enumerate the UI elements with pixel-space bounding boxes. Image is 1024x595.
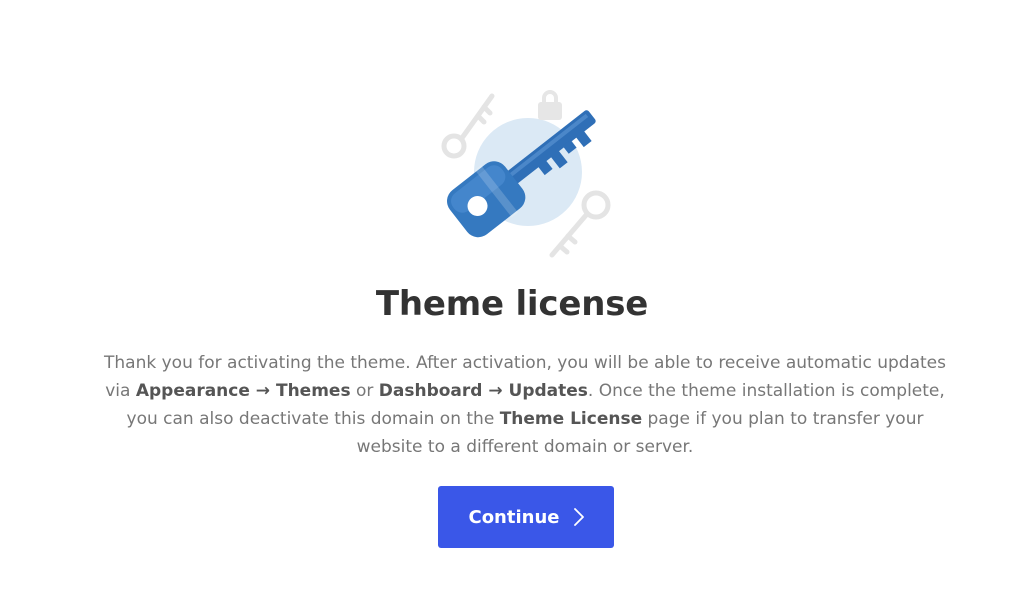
dashboard-updates-path: Dashboard → Updates	[378, 381, 588, 401]
page-title: Theme license	[375, 284, 649, 324]
description-or: or	[350, 381, 379, 401]
decor-padlock	[538, 90, 562, 120]
key-illustration	[432, 80, 622, 265]
chevron-right-icon	[573, 508, 584, 526]
continue-button-label: Continue	[468, 506, 560, 528]
appearance-themes-path: Appearance → Themes	[135, 381, 351, 401]
description-text: Thank you for activating the theme. Afte…	[92, 349, 958, 461]
key-icon	[441, 90, 611, 258]
continue-button[interactable]: Continue	[438, 486, 614, 548]
theme-license-page-name: Theme License	[499, 409, 643, 429]
